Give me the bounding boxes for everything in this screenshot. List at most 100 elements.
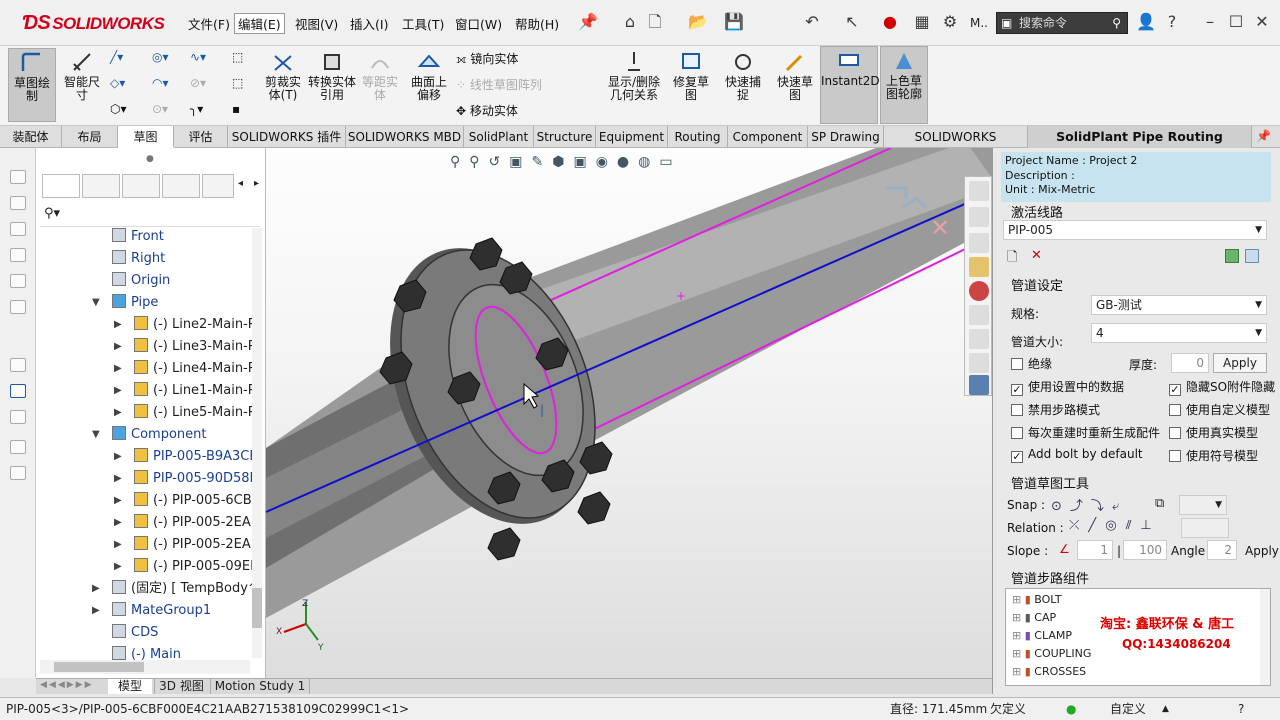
tree-vertical-scrollbar[interactable] xyxy=(252,228,262,658)
close-icon[interactable]: ✕ xyxy=(1252,12,1272,32)
expand-arrow-icon[interactable]: ▶ xyxy=(114,468,122,490)
refresh-route-icon[interactable] xyxy=(1225,249,1239,263)
graphics-area[interactable]: | + Z X Y ✕ ⚲⚲↺▣✎⬢▣◉●◍▭ xyxy=(265,118,993,694)
active-route-select[interactable]: PIP-005 ▼ xyxy=(1003,220,1267,240)
tree-horizontal-scrollbar[interactable] xyxy=(40,660,250,674)
section-view-icon[interactable]: ▣ xyxy=(509,154,531,170)
rebuild-status-icon[interactable]: ● xyxy=(1066,699,1076,719)
tab-sketch[interactable]: 草图 xyxy=(118,126,174,148)
angle-input[interactable]: 2 xyxy=(1207,540,1237,560)
tree-node[interactable]: ▶ (-) Line5-Main-P xyxy=(114,402,256,424)
open-icon[interactable]: 📂 xyxy=(688,12,708,32)
configuration-manager-tab-icon[interactable] xyxy=(122,174,160,198)
snap-point-icon[interactable]: ⊙ xyxy=(1051,499,1070,514)
appearances-icon[interactable] xyxy=(969,281,989,301)
expand-arrow-icon[interactable]: ▶ xyxy=(114,490,122,512)
custom-properties-icon[interactable] xyxy=(969,305,989,325)
units-dropdown-icon[interactable]: ▲ xyxy=(1162,699,1169,719)
tree-node[interactable]: ▶ PIP-005-90D58F xyxy=(114,468,257,490)
tab-solidworks-mbd[interactable]: SOLIDWORKS MBD xyxy=(346,126,464,148)
move-entities-button[interactable]: ✥ 移动实体 xyxy=(456,102,518,119)
tab-assembly[interactable]: 装配体 xyxy=(0,126,62,148)
pin-icon[interactable]: 📌 xyxy=(578,12,598,32)
expand-plus-icon[interactable]: ⊞ xyxy=(1012,611,1025,624)
select-icon[interactable]: ↖ xyxy=(842,12,862,32)
export-route-icon[interactable] xyxy=(1245,249,1259,263)
expand-arrow-icon[interactable]: ▶ xyxy=(114,446,122,468)
forum-icon[interactable] xyxy=(969,375,989,395)
menu-help[interactable]: 帮助(H) xyxy=(515,14,559,33)
menu-file[interactable]: 文件(F) xyxy=(188,14,230,33)
hide-show-icon[interactable]: ◉ xyxy=(596,154,617,170)
slope-run-input[interactable]: 100 xyxy=(1123,540,1167,560)
appearance-icon[interactable]: ● xyxy=(617,154,638,170)
tab-layout[interactable]: 布局 xyxy=(62,126,118,148)
new-doc-icon[interactable]: 🗋 xyxy=(645,12,665,32)
delete-route-icon[interactable]: ✕ xyxy=(1031,248,1042,263)
instant2d-button[interactable]: Instant2D xyxy=(820,46,880,124)
text-tool-icon[interactable]: ⬚ xyxy=(232,76,243,90)
tree-node[interactable]: ▼ Pipe xyxy=(92,292,252,314)
tab-evaluate[interactable]: 评估 xyxy=(174,126,228,148)
convert-entities-button[interactable]: 转换实体引用 xyxy=(308,48,356,122)
expand-plus-icon[interactable]: ⊞ xyxy=(1012,647,1025,660)
menu-view[interactable]: 视图(V) xyxy=(295,14,338,33)
tab-routing[interactable]: Routing xyxy=(668,126,728,148)
rect-select-icon[interactable]: ⬚ xyxy=(232,50,243,64)
pin-panel-icon[interactable]: 📌 xyxy=(1256,129,1271,143)
tab-solidworks-addins[interactable]: SOLIDWORKS 插件 xyxy=(228,126,346,148)
tree-node[interactable]: ▶ (-) Line3-Main-P xyxy=(114,336,256,358)
expand-arrow-icon[interactable]: ▶ xyxy=(92,600,100,622)
tab-structure[interactable]: Structure xyxy=(534,126,596,148)
expand-arrow-icon[interactable]: ▶ xyxy=(114,314,122,336)
pipe-model-view[interactable]: | + Z X Y ✕ xyxy=(265,118,993,694)
tree-node[interactable]: ▶ (-) PIP-005-09ED xyxy=(114,556,260,578)
tab-solidworks-inspection[interactable]: SOLIDWORKS Inspection xyxy=(884,126,1028,166)
tree-node[interactable]: ▶ (-) Line2-Main-P xyxy=(114,314,256,336)
file-explorer-icon[interactable] xyxy=(969,233,989,253)
menu-tools[interactable]: 工具(T) xyxy=(402,14,444,33)
polygon-tool-icon[interactable]: ⬡▾ xyxy=(110,102,127,116)
undo-icon[interactable]: ↶ xyxy=(802,12,822,32)
home-pane-icon[interactable] xyxy=(969,181,989,201)
tree-node[interactable]: ▶ MateGroup1 xyxy=(92,600,252,622)
apply-thickness-button[interactable]: Apply xyxy=(1213,353,1267,373)
tool-strip-icon[interactable] xyxy=(10,300,26,314)
status-help-icon[interactable]: ? xyxy=(1238,699,1244,719)
vertical-relation-icon[interactable]: ╱ xyxy=(1088,518,1105,533)
tool-strip-icon[interactable] xyxy=(10,358,26,372)
save-icon[interactable]: 💾 xyxy=(724,12,744,32)
previous-view-icon[interactable]: ↺ xyxy=(489,154,510,170)
traffic-light-icon[interactable]: ● xyxy=(880,12,900,32)
tree-node[interactable]: Origin xyxy=(112,270,252,292)
option-checkbox[interactable]: 使用自定义模型 xyxy=(1169,401,1270,418)
snap-select[interactable]: ▼ xyxy=(1179,495,1227,515)
tree-node[interactable]: ▶ (-) PIP-005-2EAF xyxy=(114,512,258,534)
point-tool-icon[interactable]: ▪ xyxy=(232,102,240,116)
expand-arrow-icon[interactable]: ▶ xyxy=(114,380,122,402)
minimize-icon[interactable]: – xyxy=(1200,12,1220,32)
relation-select[interactable] xyxy=(1181,518,1229,538)
expand-plus-icon[interactable]: ⊞ xyxy=(1012,593,1025,606)
fillet-tool-icon[interactable]: ╮▾ xyxy=(190,102,203,116)
tool-strip-icon[interactable] xyxy=(10,410,26,424)
smart-dimension-button[interactable]: 智能尺寸 xyxy=(60,48,104,122)
tool-strip-icon[interactable] xyxy=(10,170,26,184)
expand-arrow-icon[interactable]: ▶ xyxy=(92,578,100,600)
mirror-entities-button[interactable]: ⟗ 镜向实体 xyxy=(456,50,518,67)
confirm-cancel-icon[interactable]: ✕ xyxy=(930,214,950,242)
tree-node[interactable]: ▶ (-) PIP-005-6CBI xyxy=(114,490,256,512)
component-item[interactable]: ⊞ ▮ BOLT xyxy=(1012,591,1252,609)
user-label[interactable]: M.. xyxy=(970,16,988,30)
dynamic-annotation-icon[interactable]: ✎ xyxy=(532,154,553,170)
tabs-scroll-left-icon[interactable]: ◂ xyxy=(238,178,243,189)
routing-icon[interactable] xyxy=(969,353,989,373)
rectangle-tool-icon[interactable]: ◇▾ xyxy=(110,76,125,90)
menu-window[interactable]: 窗口(W) xyxy=(455,14,502,33)
horizontal-relation-icon[interactable]: ⤫ xyxy=(1069,518,1088,533)
design-library-icon[interactable] xyxy=(969,207,989,227)
zoom-to-area-icon[interactable]: ⚲ xyxy=(469,154,488,170)
solidplant-icon[interactable] xyxy=(969,329,989,349)
filter-icon[interactable]: ⚲▾ xyxy=(44,206,60,221)
help-icon[interactable]: ? xyxy=(1162,12,1182,32)
